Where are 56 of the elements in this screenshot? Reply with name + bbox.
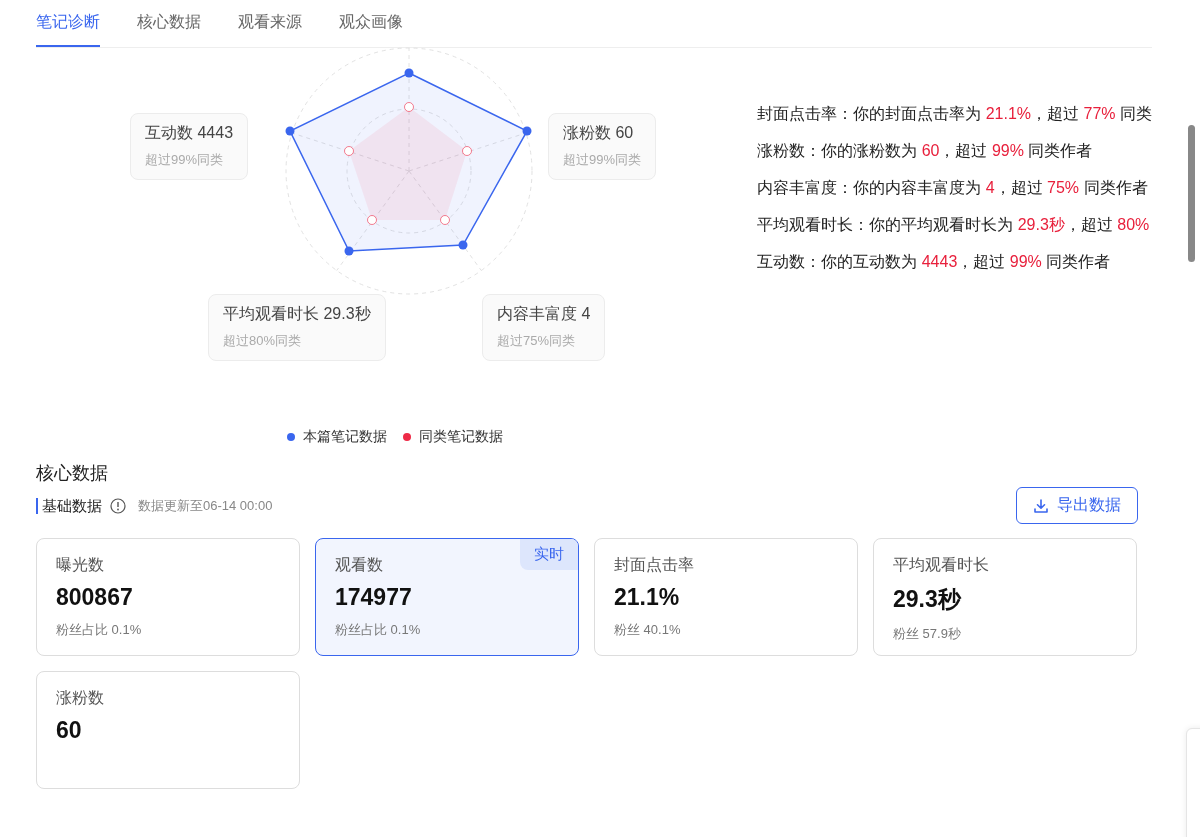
data-point xyxy=(458,240,468,250)
data-point xyxy=(404,68,414,78)
data-point xyxy=(462,146,472,156)
data-point xyxy=(344,146,354,156)
scrollbar-thumb[interactable] xyxy=(1188,125,1195,262)
metric-label: 封面点击率 xyxy=(614,555,695,575)
metric-value: 60 xyxy=(56,717,83,744)
data-point xyxy=(285,126,295,136)
summary-line: 平均观看时长：你的平均观看时长为 29.3秒，超过 80% xyxy=(757,215,1151,235)
callout-subtitle: 超过75%同类 xyxy=(497,332,577,350)
data-point xyxy=(367,215,377,225)
callout-title: 平均观看时长 29.3秒 xyxy=(223,304,371,324)
summary-line: 封面点击率：你的封面点击率为 21.1%，超过 77% 同类 xyxy=(757,104,1152,124)
metric-value: 21.1% xyxy=(614,584,681,611)
metric-note: 粉丝占比 0.1% xyxy=(335,621,422,639)
legend-label: 同类笔记数据 xyxy=(418,428,503,446)
metric-label: 平均观看时长 xyxy=(893,555,990,575)
metric-value: 29.3秒 xyxy=(893,585,963,614)
tab[interactable]: 观看来源 xyxy=(238,0,302,47)
legend-label: 本篇笔记数据 xyxy=(302,428,387,446)
subsection-title: 基础数据 xyxy=(36,497,102,514)
callout-subtitle: 超过99%同类 xyxy=(145,151,225,169)
tab[interactable]: 核心数据 xyxy=(137,0,201,47)
callout-title: 互动数 4443 xyxy=(145,123,234,143)
metric-card[interactable]: 平均观看时长 29.3秒 粉丝 57.9秒 xyxy=(873,538,1137,656)
metric-value: 800867 xyxy=(56,584,134,611)
data-point xyxy=(404,102,414,112)
export-button[interactable]: 导出数据 xyxy=(1016,487,1138,524)
tab[interactable]: 观众画像 xyxy=(339,0,403,47)
realtime-badge: 实时 xyxy=(520,539,578,570)
metric-label: 观看数 xyxy=(335,555,384,575)
metric-card[interactable]: 曝光数 800867 粉丝占比 0.1% xyxy=(36,538,300,656)
callout-title: 内容丰富度 4 xyxy=(497,304,591,324)
summary-line: 互动数：你的互动数为 4443，超过 99% 同类作者 xyxy=(757,252,1112,272)
metric-note: 粉丝 57.9秒 xyxy=(893,625,962,643)
data-point xyxy=(522,126,532,136)
metric-label: 涨粉数 xyxy=(56,688,105,708)
download-icon xyxy=(1033,497,1049,514)
summary-line: 内容丰富度：你的内容丰富度为 4，超过 75% 同类作者 xyxy=(757,178,1149,198)
info-icon[interactable] xyxy=(110,497,126,514)
tab[interactable]: 笔记诊断 xyxy=(36,0,100,47)
metric-note: 粉丝占比 0.1% xyxy=(56,621,143,639)
metric-card[interactable]: 涨粉数 60 xyxy=(36,671,300,789)
metric-note: 粉丝 40.1% xyxy=(614,621,682,639)
section-title: 核心数据 xyxy=(36,462,109,485)
update-time: 数据更新至06-14 00:00 xyxy=(138,496,273,515)
data-point xyxy=(440,215,450,225)
metric-label: 曝光数 xyxy=(56,555,105,575)
metric-card[interactable]: 实时 观看数 174977 粉丝占比 0.1% xyxy=(315,538,579,656)
data-point xyxy=(344,246,354,256)
summary-line: 涨粉数：你的涨粉数为 60，超过 99% 同类作者 xyxy=(757,141,1094,161)
metric-value: 174977 xyxy=(335,584,413,611)
callout-subtitle: 超过80%同类 xyxy=(223,332,303,350)
callout-subtitle: 超过99%同类 xyxy=(563,151,642,169)
callout-title: 涨粉数 60 xyxy=(563,123,635,143)
metric-card[interactable]: 封面点击率 21.1% 粉丝 40.1% xyxy=(594,538,858,656)
